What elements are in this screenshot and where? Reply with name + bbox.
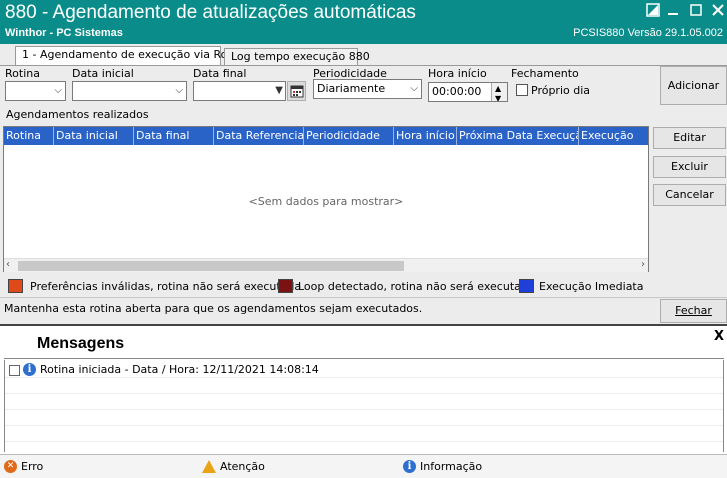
messages-close-button[interactable]: X xyxy=(714,329,724,344)
excluir-button[interactable]: Excluir xyxy=(653,156,726,178)
status-atencao-label: Atenção xyxy=(220,459,265,473)
column-header[interactable]: Rotina xyxy=(4,127,54,145)
rotina-select[interactable]: ⌵ xyxy=(5,81,66,101)
horizontal-scrollbar[interactable]: ‹ › xyxy=(4,258,648,272)
legend-swatch-invalid xyxy=(8,279,23,293)
company-name: Winthor - PC Sistemas xyxy=(5,27,123,39)
status-informacao-label: Informação xyxy=(420,459,483,473)
rotina-label: Rotina xyxy=(5,67,40,80)
message-checkbox[interactable] xyxy=(9,365,20,376)
close-icon[interactable] xyxy=(710,3,726,19)
chevron-down-icon[interactable]: ⌵ xyxy=(175,82,183,100)
status-bar: ✕ Erro Atenção i Informação xyxy=(0,454,727,478)
data-inicial-select[interactable]: ⌵ xyxy=(72,81,187,101)
periodicidade-select[interactable]: Diariamente ⌵ xyxy=(313,79,422,99)
proprio-dia-checkbox[interactable] xyxy=(516,84,528,96)
message-row-empty xyxy=(5,426,723,442)
minimize-icon[interactable] xyxy=(665,3,681,19)
version-label: PCSIS880 Versão 29.1.05.002 xyxy=(573,27,723,39)
status-erro-label: Erro xyxy=(21,459,44,473)
adicionar-button[interactable]: Adicionar xyxy=(660,66,727,105)
status-atencao[interactable]: Atenção xyxy=(202,459,265,473)
legend-swatch-immediate xyxy=(519,279,534,293)
data-inicial-label: Data inicial xyxy=(72,67,134,80)
status-informacao[interactable]: i Informação xyxy=(403,459,482,473)
grid-header: Rotina Data inicial Data final Data Refe… xyxy=(4,127,648,145)
window-title: 880 - Agendamento de atualizações automá… xyxy=(5,2,416,23)
data-final-field[interactable]: ▼ xyxy=(193,81,286,101)
proprio-dia-label: Próprio dia xyxy=(531,84,591,97)
tab-divider xyxy=(0,65,727,66)
message-row[interactable]: i Rotina iniciada - Data / Hora: 12/11/2… xyxy=(5,362,723,378)
message-row-empty xyxy=(5,410,723,426)
title-bar: 880 - Agendamento de atualizações automá… xyxy=(0,0,727,44)
legend-label-immediate: Execução Imediata xyxy=(539,280,644,293)
grid-empty-message: <Sem dados para mostrar> xyxy=(248,195,404,208)
spinner-buttons[interactable]: ▲ ▼ xyxy=(491,83,507,101)
chevron-down-icon[interactable]: ⌵ xyxy=(410,80,418,98)
column-header[interactable]: Próxima Data Execução xyxy=(457,127,579,145)
message-text: Rotina iniciada - Data / Hora: 12/11/202… xyxy=(40,363,319,376)
error-icon: ✕ xyxy=(4,459,17,473)
info-message: Mantenha esta rotina aberta para que os … xyxy=(4,302,423,315)
warning-icon xyxy=(202,459,216,473)
messages-list: i Rotina iniciada - Data / Hora: 12/11/2… xyxy=(4,360,724,452)
legend-label-loop: Loop detectado, rotina não será executad… xyxy=(298,280,535,293)
hora-inicio-spinner[interactable]: 00:00:00 ▲ ▼ xyxy=(428,82,508,102)
divider xyxy=(0,297,727,298)
messages-divider xyxy=(4,358,724,359)
column-header[interactable]: Data inicial xyxy=(54,127,134,145)
data-final-label: Data final xyxy=(193,67,247,80)
column-header[interactable]: Data Referencial xyxy=(214,127,304,145)
hora-inicio-value: 00:00:00 xyxy=(432,85,482,98)
legend-label-invalid: Preferências inválidas, rotina não será … xyxy=(30,280,302,293)
message-row-empty xyxy=(5,394,723,410)
periodicidade-value: Diariamente xyxy=(317,82,386,95)
fechamento-label: Fechamento xyxy=(511,67,579,80)
messages-panel: Mensagens X i Rotina iniciada - Data / H… xyxy=(0,324,727,454)
column-header[interactable]: Execução xyxy=(579,127,648,145)
column-header[interactable]: Data final xyxy=(134,127,214,145)
agendamentos-label: Agendamentos realizados xyxy=(6,108,149,121)
spin-down-icon[interactable]: ▼ xyxy=(495,90,501,101)
agendamentos-grid[interactable]: Rotina Data inicial Data final Data Refe… xyxy=(3,126,649,272)
column-header[interactable]: Periodicidade xyxy=(304,127,394,145)
status-erro[interactable]: ✕ Erro xyxy=(4,459,43,473)
chevron-down-icon[interactable]: ⌵ xyxy=(54,82,62,100)
info-icon: i xyxy=(23,363,36,376)
info-icon: i xyxy=(403,459,416,473)
maximize-icon[interactable] xyxy=(688,3,704,19)
tab-agendamento[interactable]: 1 - Agendamento de execução via Rotina xyxy=(15,46,248,66)
hora-inicio-label: Hora início xyxy=(428,67,487,80)
editar-button[interactable]: Editar xyxy=(653,127,726,149)
tab-log-tempo[interactable]: Log tempo execução 880 xyxy=(224,48,370,65)
cancelar-button[interactable]: Cancelar xyxy=(653,184,726,206)
message-row-empty xyxy=(5,378,723,394)
messages-title: Mensagens xyxy=(37,335,125,352)
column-header[interactable]: Hora início xyxy=(394,127,457,145)
chevron-left-icon[interactable]: ‹ xyxy=(6,259,10,270)
scrollbar-thumb[interactable] xyxy=(18,261,404,271)
restore-icon[interactable] xyxy=(645,3,661,19)
chevron-right-icon[interactable]: › xyxy=(641,259,645,270)
fechar-button[interactable]: Fechar xyxy=(660,299,727,323)
calendar-icon[interactable] xyxy=(287,81,306,101)
dropdown-triangle-icon[interactable]: ▼ xyxy=(275,82,283,100)
legend-swatch-loop xyxy=(278,279,293,293)
